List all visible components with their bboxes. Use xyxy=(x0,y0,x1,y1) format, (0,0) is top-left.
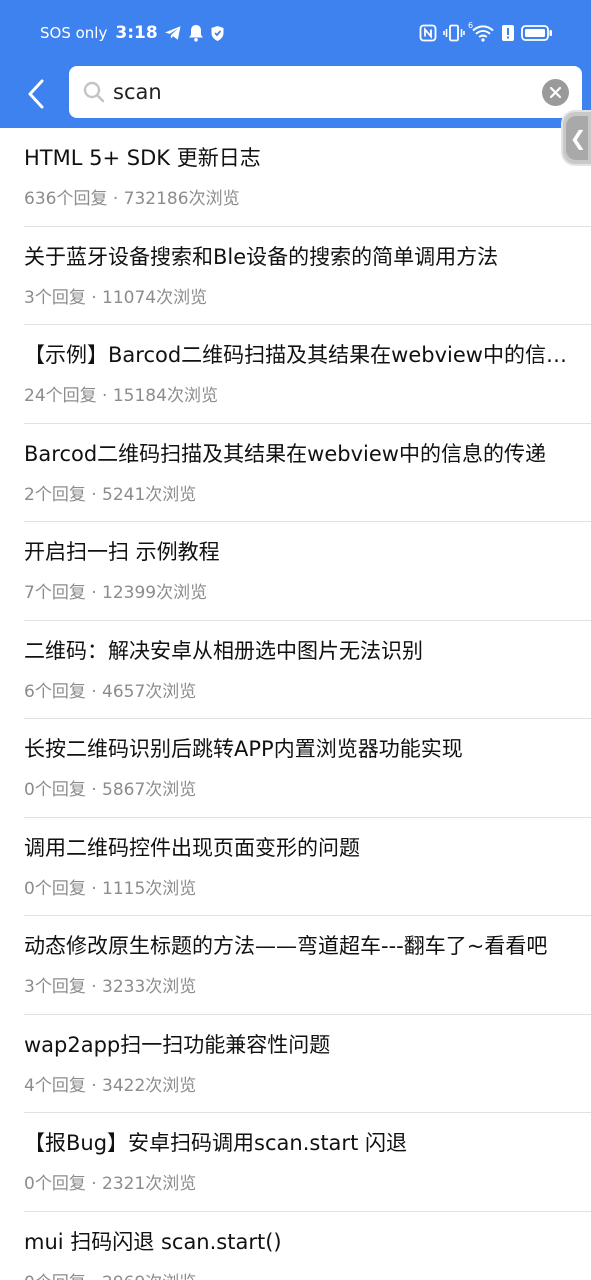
wifi-badge: 6 xyxy=(468,21,474,30)
meta-separator: · xyxy=(85,583,103,603)
reply-count: 2个回复 xyxy=(24,484,86,505)
meta-separator: · xyxy=(85,878,103,899)
view-count: 1115次浏览 xyxy=(102,878,197,899)
carrier-text: SOS only xyxy=(40,24,108,42)
item-title: 动态修改原生标题的方法——弯道超车---翻车了~看看吧 xyxy=(24,934,548,958)
nfc-icon xyxy=(419,24,437,42)
meta-separator: · xyxy=(85,1075,103,1096)
clock: 3:18 xyxy=(115,23,158,43)
list-item[interactable]: mui 扫码闪退 scan.start() 0个回复 · 2969次浏览 xyxy=(24,1212,591,1280)
view-count: 2321次浏览 xyxy=(102,1174,197,1194)
reply-count: 24个回复 xyxy=(24,386,97,406)
reply-count: 0个回复 xyxy=(24,1273,86,1280)
meta-separator: · xyxy=(96,386,113,406)
view-count: 15184次浏览 xyxy=(112,386,218,406)
meta-separator: · xyxy=(107,189,124,209)
view-count: 4657次浏览 xyxy=(102,681,197,702)
search-input[interactable] xyxy=(113,72,533,112)
item-title: HTML 5+ SDK 更新日志 xyxy=(24,146,261,170)
reply-count: 3个回复 xyxy=(24,287,86,308)
item-title: Barcod二维码扫描及其结果在webview中的信息的传递 xyxy=(24,441,546,466)
view-count: 5241次浏览 xyxy=(102,484,197,505)
view-count: 2969次浏览 xyxy=(102,1273,196,1280)
clear-search-button[interactable] xyxy=(542,79,569,106)
item-meta: 2个回复 · 5241次浏览 xyxy=(24,482,196,508)
close-icon xyxy=(549,86,562,99)
reply-count: 6个回复 xyxy=(24,681,86,702)
wifi-icon: 6 xyxy=(468,21,495,42)
item-title: 【报Bug】安卓扫码调用scan.start 闪退 xyxy=(24,1131,407,1155)
meta-separator: · xyxy=(85,1174,103,1194)
item-meta: 7个回复 · 12399次浏览 xyxy=(24,580,207,606)
list-item[interactable]: HTML 5+ SDK 更新日志 636个回复 · 732186次浏览 xyxy=(24,128,591,227)
list-item[interactable]: 动态修改原生标题的方法——弯道超车---翻车了~看看吧 3个回复 · 3233次浏… xyxy=(24,916,591,1015)
list-item[interactable]: 长按二维码识别后跳转APP内置浏览器功能实现 0个回复 · 5867次浏览 xyxy=(24,719,591,818)
status-right: 6 xyxy=(419,20,553,46)
meta-separator: · xyxy=(85,977,103,997)
item-meta: 0个回复 · 2969次浏览 xyxy=(24,1270,196,1280)
reply-count: 4个回复 xyxy=(24,1075,86,1096)
reply-count: 636个回复 xyxy=(24,189,108,209)
status-left: SOS only 3:18 xyxy=(40,20,225,46)
meta-separator: · xyxy=(86,1273,102,1280)
telegram-icon xyxy=(164,25,182,41)
reply-count: 7个回复 xyxy=(24,583,86,603)
shield-icon xyxy=(210,25,225,42)
search-box[interactable] xyxy=(69,66,582,118)
back-button[interactable] xyxy=(14,72,58,116)
side-drawer-handle[interactable]: ❮ xyxy=(561,110,591,166)
view-count: 11074次浏览 xyxy=(102,287,208,308)
meta-separator: · xyxy=(85,780,103,800)
chevron-left-icon: ❮ xyxy=(569,126,587,150)
search-icon xyxy=(83,81,105,103)
item-meta: 0个回复 · 2321次浏览 xyxy=(24,1171,196,1197)
item-title: 调用二维码控件出现页面变形的问题 xyxy=(24,835,360,860)
list-item[interactable]: 调用二维码控件出现页面变形的问题 0个回复 · 1115次浏览 xyxy=(24,818,591,916)
list-item[interactable]: Barcod二维码扫描及其结果在webview中的信息的传递 2个回复 · 524… xyxy=(24,424,591,522)
item-meta: 0个回复 · 5867次浏览 xyxy=(24,777,196,803)
meta-separator: · xyxy=(85,287,103,308)
list-item[interactable]: 【报Bug】安卓扫码调用scan.start 闪退 0个回复 · 2321次浏览 xyxy=(24,1113,591,1212)
search-header xyxy=(0,64,591,128)
item-title: wap2app扫一扫功能兼容性问题 xyxy=(24,1032,331,1057)
item-title: 关于蓝牙设备搜索和Ble设备的搜索的简单调用方法 xyxy=(24,244,499,269)
reply-count: 0个回复 xyxy=(24,878,86,899)
meta-separator: · xyxy=(85,484,103,505)
item-title: 二维码：解决安卓从相册选中图片无法识别 xyxy=(24,638,423,663)
results-list: HTML 5+ SDK 更新日志 636个回复 · 732186次浏览关于蓝牙设备… xyxy=(0,128,591,1280)
meta-separator: · xyxy=(85,681,103,702)
list-item[interactable]: 【示例】Barcod二维码扫描及其结果在webview中的信息的传递 24个回复 … xyxy=(24,325,591,424)
bell-icon xyxy=(188,24,204,42)
view-count: 732186次浏览 xyxy=(123,189,240,209)
list-item[interactable]: 关于蓝牙设备搜索和Ble设备的搜索的简单调用方法 3个回复 · 11074次浏览 xyxy=(24,227,591,325)
item-meta: 24个回复 · 15184次浏览 xyxy=(24,383,218,409)
reply-count: 3个回复 xyxy=(24,977,86,997)
item-title: mui 扫码闪退 scan.start() xyxy=(24,1229,282,1254)
list-item[interactable]: wap2app扫一扫功能兼容性问题 4个回复 · 3422次浏览 xyxy=(24,1015,591,1113)
alert-icon xyxy=(501,24,515,42)
battery-icon xyxy=(521,24,553,42)
item-meta: 6个回复 · 4657次浏览 xyxy=(24,679,196,705)
item-title: 开启扫一扫 示例教程 xyxy=(24,540,220,564)
search-results-page: SOS only 3:18 6 scan HTML 5+ SDK 更新日志 63… xyxy=(0,0,591,1280)
chevron-left-icon xyxy=(28,79,44,109)
item-meta: 3个回复 · 3233次浏览 xyxy=(24,974,196,1000)
item-meta: 4个回复 · 3422次浏览 xyxy=(24,1073,196,1099)
status-bar: SOS only 3:18 6 xyxy=(0,0,591,64)
item-meta: 3个回复 · 11074次浏览 xyxy=(24,285,207,311)
list-item[interactable]: 二维码：解决安卓从相册选中图片无法识别 6个回复 · 4657次浏览 xyxy=(24,621,591,719)
view-count: 3422次浏览 xyxy=(102,1075,197,1096)
view-count: 12399次浏览 xyxy=(102,583,208,603)
item-title: 【示例】Barcod二维码扫描及其结果在webview中的信息的传递 xyxy=(24,343,569,367)
item-meta: 636个回复 · 732186次浏览 xyxy=(24,186,240,212)
item-meta: 0个回复 · 1115次浏览 xyxy=(24,876,196,902)
item-title: 长按二维码识别后跳转APP内置浏览器功能实现 xyxy=(24,737,463,761)
reply-count: 0个回复 xyxy=(24,1174,86,1194)
list-item[interactable]: 开启扫一扫 示例教程 7个回复 · 12399次浏览 xyxy=(24,522,591,621)
side-drawer-handle-inner: ❮ xyxy=(566,116,588,160)
vibrate-icon xyxy=(443,24,465,42)
view-count: 3233次浏览 xyxy=(102,977,197,997)
view-count: 5867次浏览 xyxy=(102,780,197,800)
reply-count: 0个回复 xyxy=(24,780,86,800)
